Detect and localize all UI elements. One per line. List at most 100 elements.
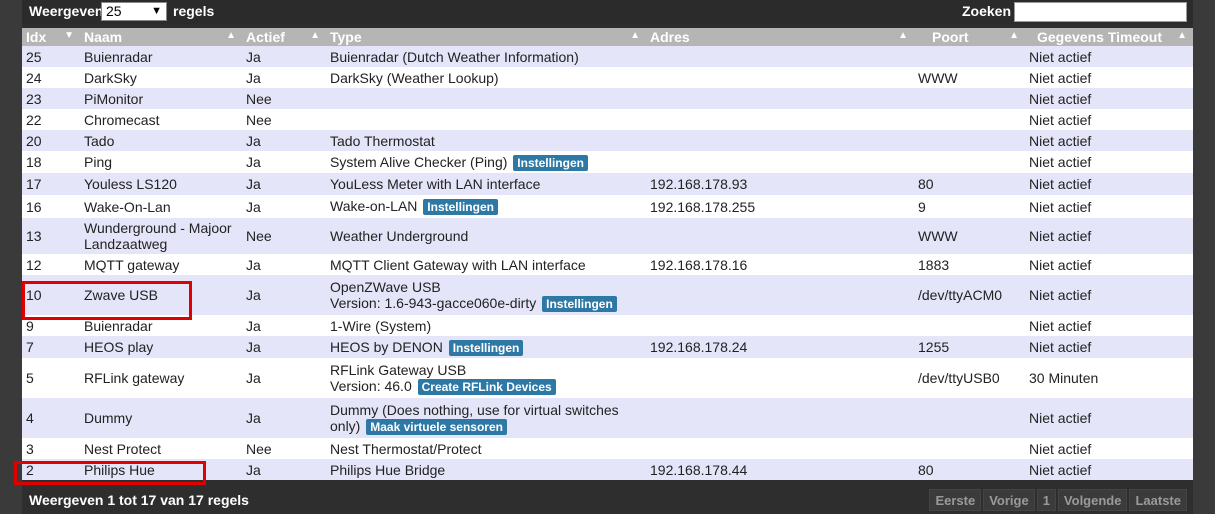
cell-timeout: Niet actief — [1025, 275, 1193, 315]
table-row[interactable]: 12 MQTT gateway Ja MQTT Client Gateway with… — [22, 254, 1193, 275]
col-header-address[interactable]: Adres ▲ — [646, 28, 914, 46]
last-page-button[interactable]: Laatste — [1129, 489, 1187, 511]
cell-type: Tado Thermostat — [326, 130, 646, 151]
type-text: OpenZWave USB — [330, 278, 441, 295]
settings-button[interactable]: Instellingen — [423, 199, 498, 215]
show-label: Weergeven — [29, 3, 104, 19]
table-row[interactable]: 4 Dummy Ja Dummy (Does nothing, use for vir… — [22, 398, 1193, 438]
col-header-port[interactable]: Poort ▲ — [914, 28, 1025, 46]
col-header-type[interactable]: Type ▲ — [326, 28, 646, 46]
type-text: DarkSky (Weather Lookup) — [330, 69, 499, 86]
cell-port — [914, 438, 1025, 459]
table-row[interactable]: 25 Buienradar Ja Buienradar (Dutch Weather … — [22, 46, 1193, 67]
cell-port — [914, 130, 1025, 151]
cell-active: Nee — [242, 109, 326, 130]
table-row[interactable]: 10 Zwave USB Ja OpenZWave USB Version: 1.6-9… — [22, 275, 1193, 315]
prev-page-button[interactable]: Vorige — [983, 489, 1035, 511]
cell-address — [646, 275, 914, 315]
type-text: MQTT Client Gateway with LAN interface — [330, 256, 586, 273]
cell-active: Ja — [242, 398, 326, 438]
col-header-timeout[interactable]: Gegevens Timeout ▲ — [1025, 28, 1193, 46]
cell-type: RFLink Gateway USB Version: 46.0 Create R… — [326, 358, 646, 398]
cell-type: Nest Thermostat/Protect — [326, 438, 646, 459]
type-text: System Alive Checker (Ping) — [330, 153, 508, 170]
cell-type: Dummy (Does nothing, use for virtual swi… — [326, 398, 646, 438]
type-text: Weather Underground — [330, 228, 469, 244]
type-text: YouLess Meter with LAN interface — [330, 176, 541, 192]
type-version-text: Version: 46.0 — [330, 377, 412, 394]
page-size-select[interactable]: 25 ▼ — [101, 2, 167, 21]
page-size-value: 25 — [106, 3, 122, 19]
cell-port: /dev/ttyACM0 — [914, 275, 1025, 315]
cell-name: HEOS play — [80, 336, 242, 358]
cell-type — [326, 88, 646, 109]
table-row[interactable]: 18 Ping Ja System Alive Checker (Ping) Inst… — [22, 151, 1193, 173]
cell-name: Nest Protect — [80, 438, 242, 459]
cell-timeout: Niet actief — [1025, 130, 1193, 151]
cell-port: WWW — [914, 67, 1025, 88]
cell-port: 1255 — [914, 336, 1025, 358]
sort-icon: ▲ — [310, 30, 320, 41]
cell-timeout: Niet actief — [1025, 195, 1193, 218]
table-row[interactable]: 13 Wunderground - Majoor Landzaatweg Nee We… — [22, 218, 1193, 254]
hardware-table: Idx ▼ Naam ▲ Actief ▲ Type ▲ Adres ▲ Poort ▲ G… — [22, 28, 1193, 480]
table-row[interactable]: 7 HEOS play Ja HEOS by DENON Instellingen 19… — [22, 336, 1193, 358]
cell-active: Ja — [242, 67, 326, 88]
col-header-name[interactable]: Naam ▲ — [80, 28, 242, 46]
cell-active: Ja — [242, 151, 326, 173]
cell-type: 1-Wire (System) — [326, 315, 646, 336]
cell-timeout: Niet actief — [1025, 438, 1193, 459]
cell-timeout: Niet actief — [1025, 315, 1193, 336]
sort-icon: ▲ — [630, 30, 640, 41]
table-row[interactable]: 5 RFLink gateway Ja RFLink Gateway USB Versi… — [22, 358, 1193, 398]
cell-name: Tado — [80, 130, 242, 151]
cell-type: DarkSky (Weather Lookup) — [326, 67, 646, 88]
cell-port: 9 — [914, 195, 1025, 218]
table-row[interactable]: 3 Nest Protect Nee Nest Thermostat/Protect N… — [22, 438, 1193, 459]
table-row[interactable]: 16 Wake-On-Lan Ja Wake-on-LAN Instellingen 1… — [22, 195, 1193, 218]
chevron-down-icon: ▼ — [151, 5, 162, 17]
cell-active: Ja — [242, 275, 326, 315]
cell-port — [914, 109, 1025, 130]
sort-desc-icon: ▼ — [64, 30, 74, 41]
cell-address — [646, 109, 914, 130]
next-page-button[interactable]: Volgende — [1057, 489, 1128, 511]
cell-timeout: 30 Minuten — [1025, 358, 1193, 398]
cell-name: RFLink gateway — [80, 358, 242, 398]
cell-active: Ja — [242, 315, 326, 336]
cell-address: 192.168.178.93 — [646, 173, 914, 195]
cell-active: Nee — [242, 438, 326, 459]
search-input[interactable] — [1014, 2, 1187, 22]
table-row[interactable]: 17 Youless LS120 Ja YouLess Meter with LAN … — [22, 173, 1193, 195]
cell-idx: 20 — [22, 130, 80, 151]
cell-port — [914, 315, 1025, 336]
cell-idx: 4 — [22, 398, 80, 438]
table-row[interactable]: 22 Chromecast Nee Niet actief — [22, 109, 1193, 130]
cell-active: Ja — [242, 130, 326, 151]
table-row[interactable]: 9 Buienradar Ja 1-Wire (System) Niet actief — [22, 315, 1193, 336]
first-page-button[interactable]: Eerste — [929, 489, 982, 511]
highlight-box-philips-hue — [14, 461, 206, 485]
cell-type: Weather Underground — [326, 218, 646, 254]
col-header-idx[interactable]: Idx ▼ — [22, 28, 80, 46]
cell-port — [914, 151, 1025, 173]
settings-button[interactable]: Instellingen — [513, 154, 588, 171]
table-row[interactable]: 20 Tado Ja Tado Thermostat Niet actief — [22, 130, 1193, 151]
settings-button[interactable]: Instellingen — [542, 295, 617, 312]
cell-active: Ja — [242, 358, 326, 398]
page-1-button[interactable]: 1 — [1036, 489, 1056, 511]
type-text: Philips Hue Bridge — [330, 461, 446, 478]
cell-idx: 25 — [22, 46, 80, 67]
cell-port — [914, 46, 1025, 67]
settings-button[interactable]: Instellingen — [448, 339, 524, 356]
cell-address — [646, 315, 914, 336]
settings-button[interactable]: Create RFLink Devices — [417, 378, 556, 395]
col-header-active[interactable]: Actief ▲ — [242, 28, 326, 46]
cell-timeout: Niet actief — [1025, 88, 1193, 109]
cell-type: MQTT Client Gateway with LAN interface — [326, 254, 646, 275]
table-row[interactable]: 24 DarkSky Ja DarkSky (Weather Lookup) WWW Ni… — [22, 67, 1193, 88]
table-row[interactable]: 23 PiMonitor Nee Niet actief — [22, 88, 1193, 109]
cell-name: Youless LS120 — [80, 173, 242, 195]
settings-button[interactable]: Maak virtuele sensoren — [366, 418, 507, 435]
cell-active: Ja — [242, 46, 326, 67]
